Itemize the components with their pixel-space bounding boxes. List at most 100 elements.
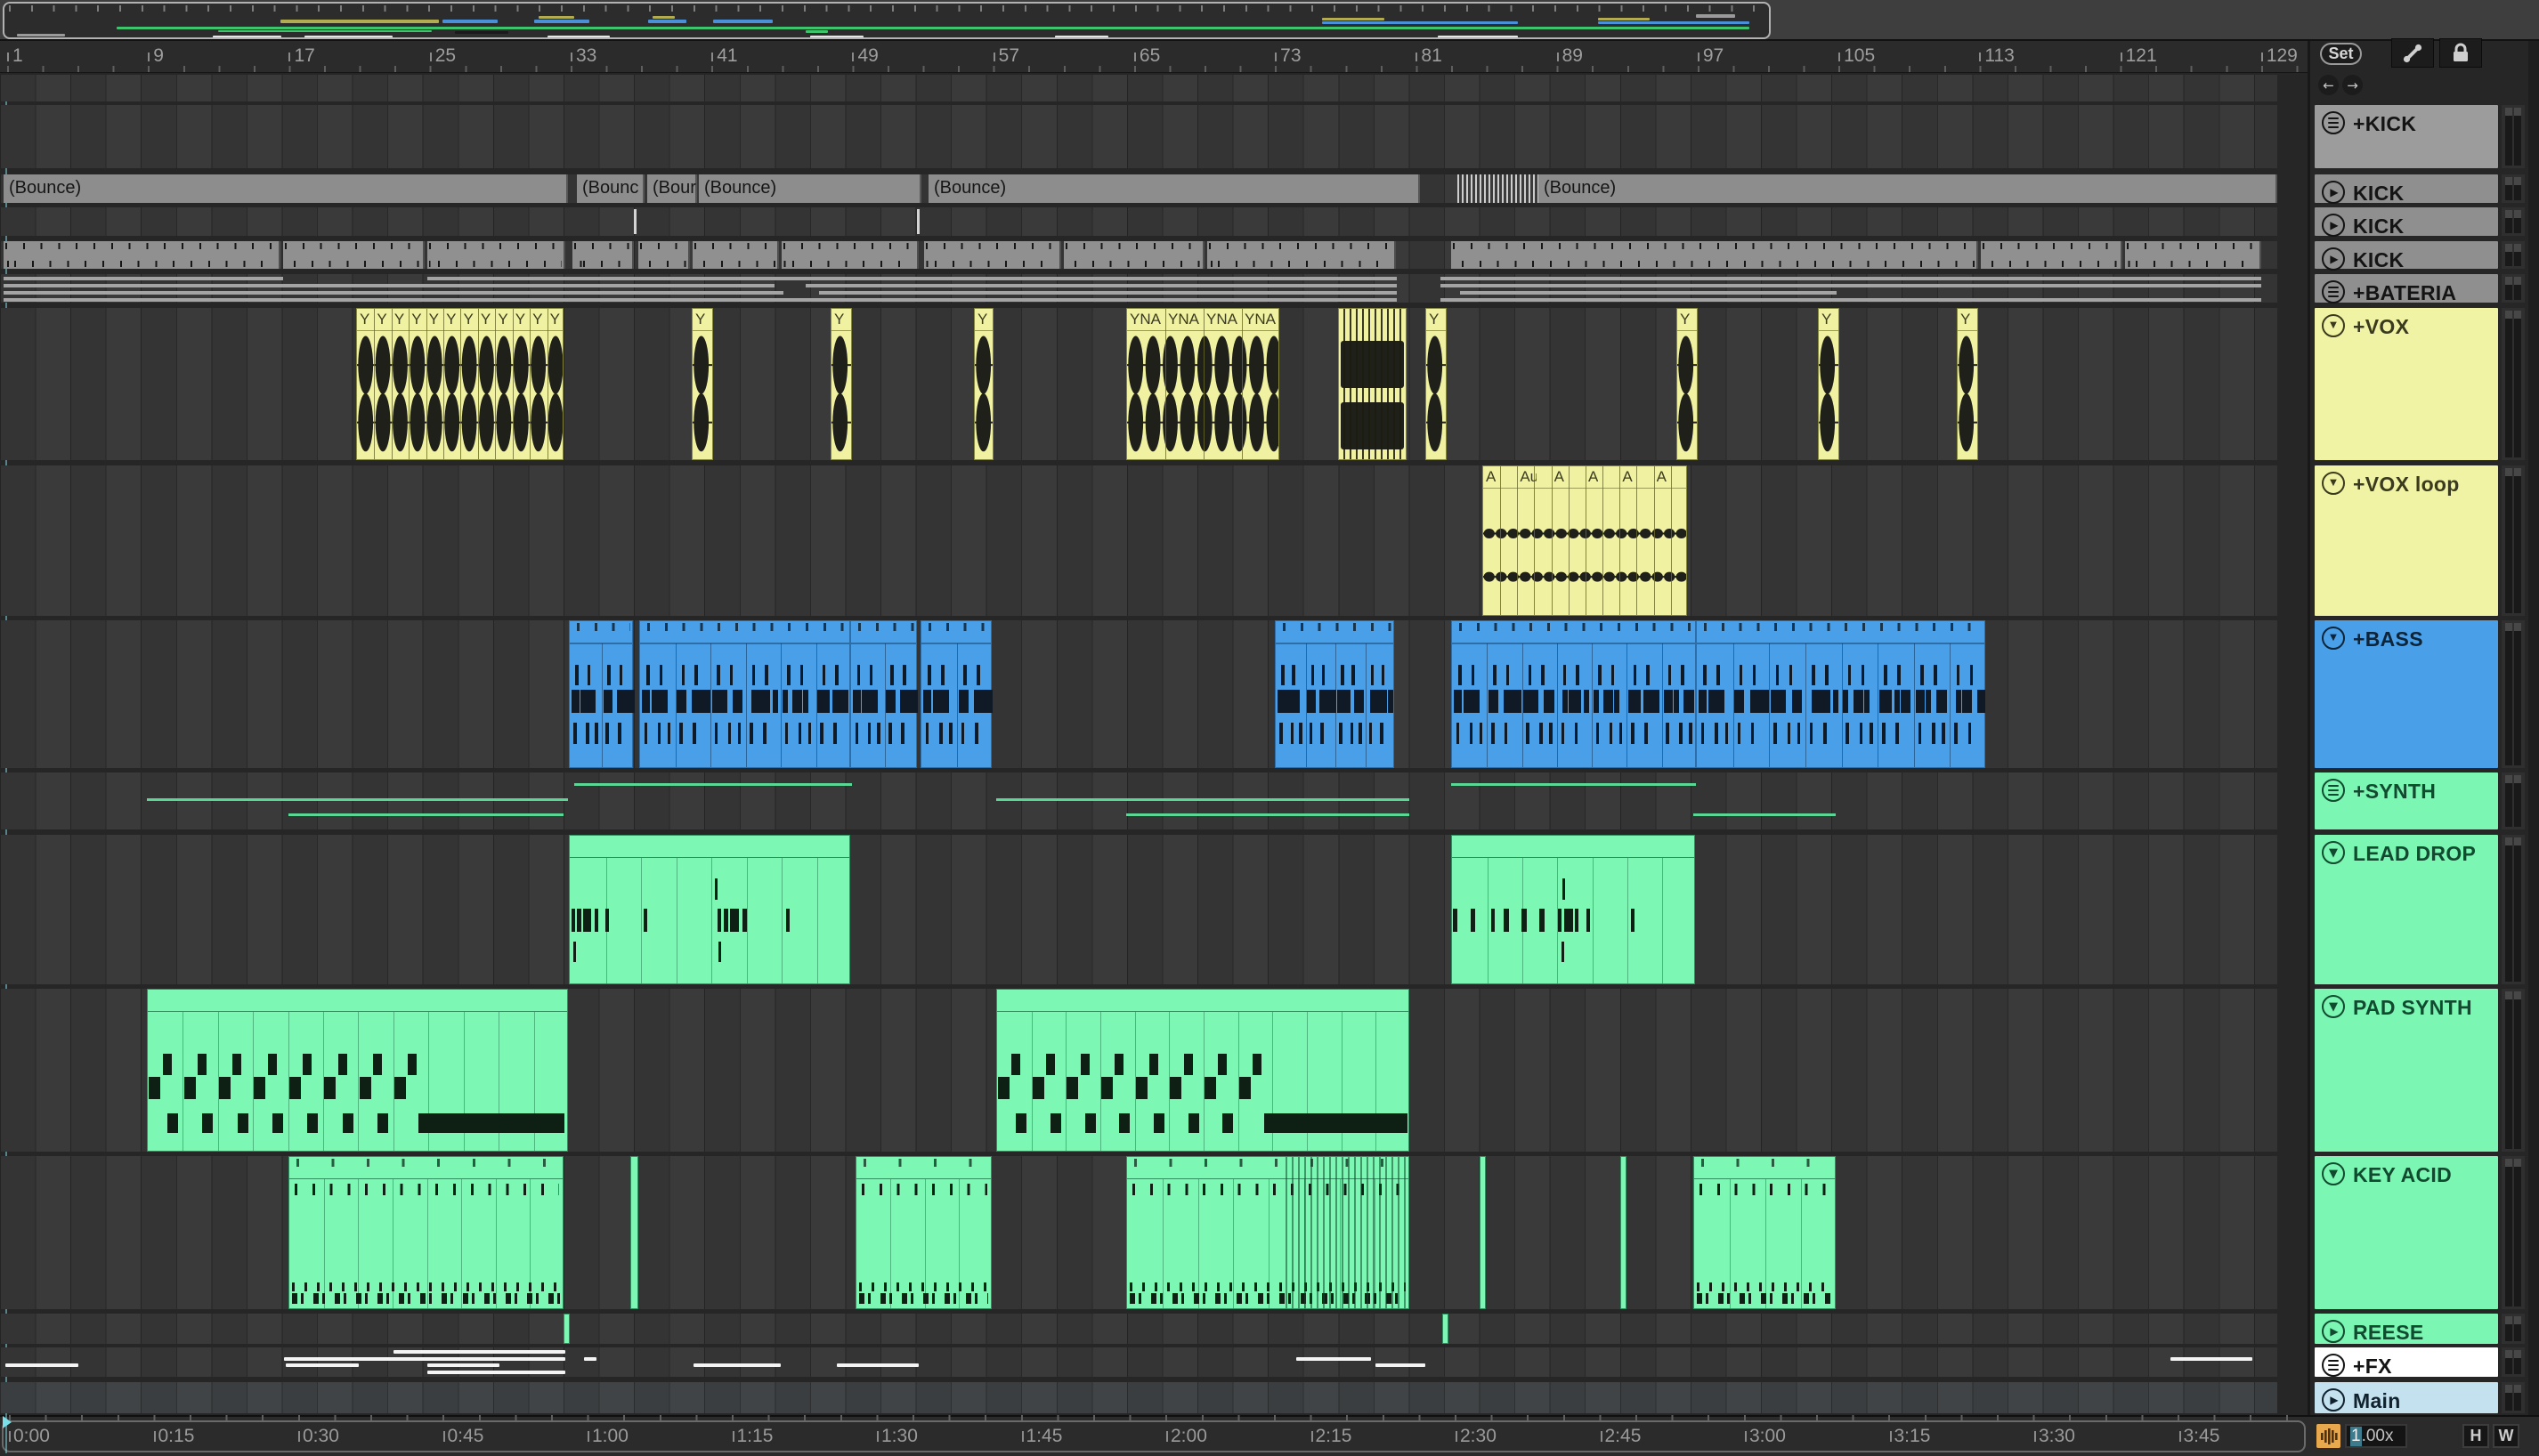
track-header-synth[interactable]: +SYNTH (2315, 772, 2498, 829)
small-midi-clip[interactable] (630, 1156, 638, 1309)
clip-slice[interactable]: A (1586, 466, 1604, 615)
audio-clip-vocal[interactable]: YYYYYYYYYYYY (356, 308, 564, 460)
draw-tool-button[interactable] (2391, 38, 2434, 68)
audio-clip-grey[interactable] (572, 241, 634, 269)
vertical-scrollbar[interactable] (2528, 41, 2539, 1415)
small-midi-clip[interactable] (564, 1314, 570, 1344)
audio-clip-grey[interactable] (1064, 241, 1205, 269)
clip-slice[interactable] (1602, 466, 1621, 615)
track-row-kick[interactable] (0, 207, 2277, 236)
audition-button[interactable] (2316, 1424, 2340, 1448)
audio-clip-bounce[interactable]: (Bounce) (4, 174, 568, 203)
fixed-height-button[interactable]: H (2462, 1424, 2489, 1448)
audio-clip-grey[interactable] (1981, 241, 2122, 269)
clip-slice[interactable] (1535, 466, 1553, 615)
tiny-clip[interactable] (917, 209, 920, 234)
clip-slice[interactable]: Y (409, 309, 427, 459)
audio-clip-chopped[interactable] (1338, 308, 1407, 460)
lock-button[interactable] (2439, 38, 2482, 68)
midi-clip-acid[interactable] (288, 1156, 564, 1309)
track-row-main[interactable] (0, 1382, 2277, 1413)
triangle-circle-icon[interactable]: ▼ (2322, 841, 2345, 864)
track-row-pad-synth[interactable] (0, 989, 2277, 1152)
chevron-circle-icon[interactable]: ▼ (2322, 627, 2345, 650)
audio-clip-vocal[interactable]: YNA YNA YNA YNA (1126, 308, 1279, 460)
audio-clip-grey[interactable] (638, 241, 690, 269)
clip-slice[interactable]: Au (1517, 466, 1537, 615)
track-row-synth[interactable] (0, 772, 2277, 829)
midi-clip-bass[interactable] (921, 620, 993, 768)
audio-clip-grey[interactable] (283, 241, 425, 269)
track-header-kick[interactable]: ▶ KICK (2315, 174, 2498, 205)
midi-clip-lead[interactable] (569, 835, 850, 984)
track-header-fx[interactable]: +FX (2315, 1347, 2498, 1378)
audio-clip-grey[interactable] (782, 241, 919, 269)
clip-slice[interactable]: Y (530, 309, 548, 459)
midi-clip-bass[interactable] (850, 620, 919, 768)
play-circle-icon[interactable]: ▶ (2322, 1320, 2345, 1343)
track-header-bateria[interactable]: +BATERIA (2315, 274, 2498, 304)
clip-slice[interactable]: Y (693, 309, 714, 459)
clip-slice[interactable]: Y (1958, 309, 1979, 459)
audio-clip-grey[interactable] (427, 241, 565, 269)
audio-clip-vocal[interactable]: Y (974, 308, 994, 460)
clip-slice[interactable]: A (1552, 466, 1570, 615)
track-header-key-acid[interactable]: ▼ KEY ACID (2315, 1156, 2498, 1309)
audio-clip-bounce[interactable]: (Bounce) (699, 174, 921, 203)
track-header-kick[interactable]: ▶ KICK (2315, 207, 2498, 238)
small-midi-clip[interactable] (1442, 1314, 1448, 1344)
clip-slice[interactable]: Y (392, 309, 410, 459)
scrub-area[interactable] (0, 75, 2277, 101)
small-midi-clip[interactable] (1480, 1156, 1486, 1309)
group-icon[interactable] (2322, 111, 2345, 134)
audio-clip-bounce[interactable]: (Bounce) (929, 174, 1420, 203)
clip-slice[interactable]: Y (831, 309, 853, 459)
clip-slice[interactable]: A (1654, 466, 1672, 615)
track-header-reese[interactable]: ▶ REESE (2315, 1314, 2498, 1344)
clip-slice[interactable]: Y (1426, 309, 1448, 459)
audio-clip-vocal[interactable]: Y (1425, 308, 1447, 460)
midi-clip-pad[interactable] (996, 989, 1409, 1152)
clip-slice[interactable]: Y (548, 309, 564, 459)
midi-clip-bass[interactable] (569, 620, 635, 768)
midi-clip-bass[interactable] (1451, 620, 1696, 768)
clip-slice[interactable]: YNA (1165, 309, 1205, 459)
midi-clip-acid[interactable] (856, 1156, 992, 1309)
track-header-kick[interactable]: ▶ KICK (2315, 241, 2498, 271)
play-circle-icon[interactable]: ▶ (2322, 214, 2345, 237)
clip-slice[interactable]: YNA (1242, 309, 1280, 459)
clip-slice[interactable] (1671, 466, 1688, 615)
track-header-pad-synth[interactable]: ▼ PAD SYNTH (2315, 989, 2498, 1152)
group-icon[interactable] (2322, 280, 2345, 303)
audio-clip-grey[interactable] (2125, 241, 2261, 269)
play-circle-icon[interactable]: ▶ (2322, 1388, 2345, 1412)
triangle-circle-icon[interactable]: ▼ (2322, 995, 2345, 1018)
tiny-clip[interactable] (634, 209, 637, 234)
midi-clip-bass[interactable] (1275, 620, 1394, 768)
clip-slice[interactable]: A (1483, 466, 1502, 615)
midi-clip-bass[interactable] (639, 620, 850, 768)
play-circle-icon[interactable]: ▶ (2322, 247, 2345, 271)
track-row-lead-drop[interactable] (0, 835, 2277, 984)
horizontal-zoom-trough[interactable] (2, 1420, 2306, 1452)
overview-view-box[interactable] (3, 2, 1771, 39)
play-circle-icon[interactable]: ▶ (2322, 181, 2345, 204)
clip-slice[interactable]: YNA (1204, 309, 1243, 459)
clip-slice[interactable]: Y (478, 309, 497, 459)
chevron-circle-icon[interactable]: ▼ (2322, 472, 2345, 495)
set-button[interactable]: Set (2320, 43, 2362, 65)
playback-speed-field[interactable]: 1.00x (2345, 1424, 2407, 1448)
triangle-circle-icon[interactable]: ▼ (2322, 1162, 2345, 1185)
track-header-main[interactable]: ▶ Main (2315, 1382, 2498, 1413)
audio-clip-vocal[interactable]: Y (692, 308, 713, 460)
clip-slice[interactable]: Y (495, 309, 514, 459)
track-row-reese[interactable] (0, 1314, 2277, 1344)
group-icon[interactable] (2322, 779, 2345, 802)
track-header-kick[interactable]: +KICK (2315, 105, 2498, 168)
clip-slice[interactable]: Y (461, 309, 479, 459)
track-row-bateria[interactable] (0, 274, 2277, 303)
arrangement-overview[interactable] (0, 0, 2539, 41)
back-button[interactable]: ← (2318, 75, 2339, 95)
audio-clip-vocal[interactable]: Y (1957, 308, 1978, 460)
track-row-vox-loop[interactable]: A Au A A A A (0, 465, 2277, 616)
